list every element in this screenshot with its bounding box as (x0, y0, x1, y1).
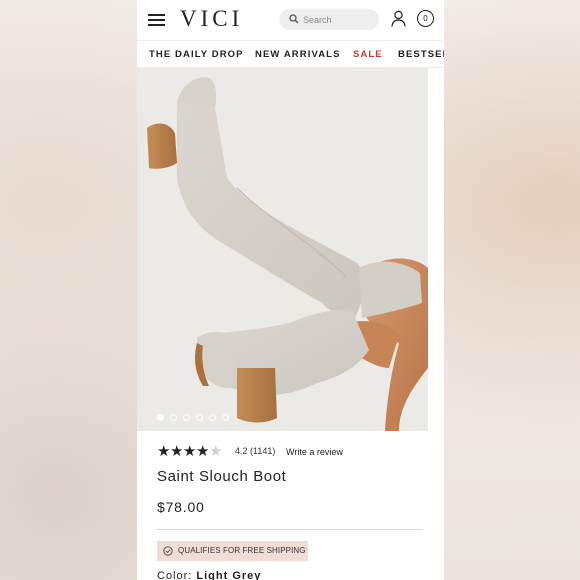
site-logo[interactable]: VICI (180, 6, 243, 32)
color-label: Color: (157, 570, 193, 580)
account-icon[interactable] (391, 10, 406, 27)
divider (157, 529, 423, 530)
nav-item-daily-drop[interactable]: THE DAILY DROP (149, 41, 244, 67)
star-icon: ★ (183, 443, 197, 460)
review-count[interactable]: (1141) (250, 446, 275, 456)
gallery-dot[interactable] (170, 414, 177, 421)
menu-icon[interactable] (148, 13, 165, 26)
nav-item-bestsellers[interactable]: BESTSELLERS (398, 41, 444, 67)
search-input[interactable] (303, 9, 373, 30)
product-image[interactable] (137, 68, 428, 431)
star-empty-icon: ★ (209, 443, 223, 460)
product-title: Saint Slouch Boot (157, 468, 287, 485)
gallery-dot[interactable] (209, 414, 216, 421)
shipping-text: QUALIFIES FOR FREE SHIPPING (178, 546, 306, 555)
rating-value: 4.2 (235, 446, 248, 456)
gallery-dot[interactable] (157, 414, 164, 421)
site-header: VICI 0 (137, 0, 444, 40)
cart-count: 0 (423, 14, 428, 23)
write-review-link[interactable]: Write a review (286, 447, 343, 457)
boots-photo (137, 68, 428, 431)
nav-item-sale[interactable]: SALE (353, 41, 383, 67)
color-value: Light Grey (196, 570, 262, 580)
star-icon: ★ (196, 443, 210, 460)
nav-item-new-arrivals[interactable]: NEW ARRIVALS (255, 41, 341, 67)
star-icon: ★ (170, 443, 184, 460)
search-icon (289, 14, 299, 24)
rating-row: ★ ★ ★ ★ ★ 4.2 (1141) Write a review (157, 444, 437, 460)
product-page: VICI 0 THE DAILY DROP NEW ARRIVALS SALE … (137, 0, 444, 580)
star-icon: ★ (157, 443, 171, 460)
main-nav: THE DAILY DROP NEW ARRIVALS SALE BESTSEL… (137, 40, 444, 68)
gallery-dot[interactable] (222, 414, 229, 421)
gallery-dot[interactable] (196, 414, 203, 421)
search-field[interactable] (279, 9, 379, 30)
product-price: $78.00 (157, 499, 205, 515)
free-shipping-badge: QUALIFIES FOR FREE SHIPPING (157, 541, 308, 561)
cart-icon[interactable]: 0 (417, 10, 434, 27)
color-selector-label: Color: Light Grey (157, 570, 261, 580)
gallery-dot[interactable] (183, 414, 190, 421)
check-circle-icon (163, 546, 173, 556)
